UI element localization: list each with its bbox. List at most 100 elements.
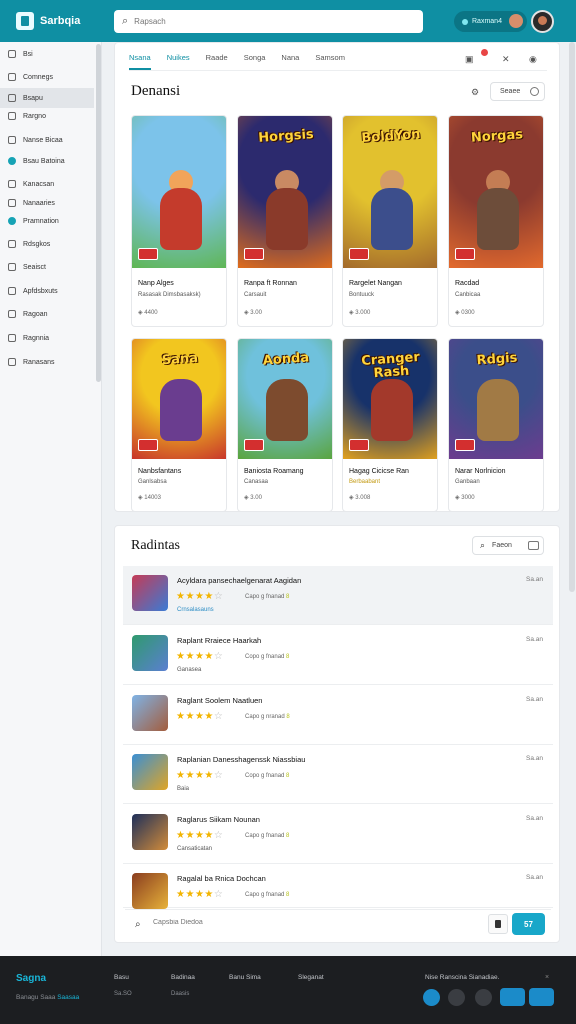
- sidebar-item-label: Bsau Batoina: [23, 157, 65, 165]
- tab[interactable]: Raade: [206, 51, 228, 70]
- sidebar-item[interactable]: Bsi: [0, 44, 94, 64]
- social-icon[interactable]: [423, 989, 440, 1006]
- sidebar-item[interactable]: Nanse Bicaa: [0, 130, 94, 150]
- sidebar-item[interactable]: Seaisct: [0, 257, 94, 277]
- sidebar-item-label: Pramnation: [23, 217, 59, 225]
- list-item[interactable]: Raglant Soolem Naatluen ★★★★☆ Capo g nrana…: [123, 686, 553, 745]
- game-cover-image: Sana: [132, 339, 226, 459]
- star-icon: ★: [194, 889, 205, 900]
- social-icon[interactable]: [448, 989, 465, 1006]
- sidebar-item[interactable]: Kanacsan: [0, 174, 94, 194]
- search-bar[interactable]: ⌕: [114, 10, 423, 33]
- list-item[interactable]: Acyldara pansechaelgenarat Aagidan ★★★★☆ C…: [123, 566, 553, 625]
- sidebar-item[interactable]: Apfdsbxuts: [0, 281, 94, 301]
- activity-icon[interactable]: ✕: [502, 54, 510, 65]
- sidebar-item[interactable]: Rdsgkos: [0, 234, 94, 254]
- attach-button[interactable]: [488, 914, 508, 934]
- footer-column[interactable]: Badinaa Daasis: [171, 974, 195, 997]
- sidebar-item-label: Ranasans: [23, 358, 55, 366]
- app-store-icon[interactable]: [500, 988, 525, 1006]
- game-cover-image: Horgsis: [238, 116, 332, 268]
- tab[interactable]: Nsana: [129, 51, 151, 70]
- sidebar-item[interactable]: Ragnnia: [0, 328, 94, 348]
- game-subtitle: Bontuuck: [349, 292, 375, 298]
- sidebar-item-active[interactable]: Bsapu: [0, 88, 94, 108]
- game-card[interactable]: Horgsis Ranpa ft Ronnan Carsauit ◈ 3.00: [237, 115, 333, 327]
- character-body: [371, 379, 413, 441]
- rating-text: Copo g fnanad 8: [245, 654, 289, 660]
- tab[interactable]: Nana: [281, 51, 299, 70]
- sidebar-item-label: Nanse Bicaa: [23, 136, 63, 144]
- star-icon: ★: [194, 770, 205, 781]
- search-icon: ⌕: [122, 15, 129, 27]
- star-icon: ★: [204, 651, 214, 662]
- character-body: [266, 379, 308, 441]
- sidebar-item[interactable]: Nanaaries: [0, 193, 94, 213]
- footer-column[interactable]: Basu Sa.SO: [114, 974, 132, 997]
- rating-badge-icon: [455, 439, 475, 451]
- game-card[interactable]: Norgas Racdad Canbicaa ◈ 0300: [448, 115, 544, 327]
- tab[interactable]: Songa: [244, 51, 266, 70]
- game-cover-image: Cranger Rash: [343, 339, 437, 459]
- account-switcher[interactable]: Raxman4: [454, 11, 527, 32]
- user-avatar[interactable]: [531, 10, 554, 33]
- filter-button[interactable]: ⌕ Faeon: [472, 536, 544, 555]
- game-subtitle: Canbicaa: [455, 292, 481, 298]
- game-card[interactable]: Sana Nanbsfantans Ganlsabsa ◈ 14003: [131, 338, 227, 512]
- list-item[interactable]: Raglarus Siikam Nounan ★★★★☆ Capo g fnanad…: [123, 805, 553, 864]
- sidebar-scrollbar[interactable]: [96, 44, 101, 382]
- page-scrollbar[interactable]: [569, 42, 575, 592]
- list-item[interactable]: Raplanian Danesshagenssk Niassbiau ★★★★☆ C…: [123, 745, 553, 804]
- composer: ⌕ 57: [125, 909, 551, 937]
- list-item[interactable]: Raplant Rraiece Haarkah ★★★★☆ Copo g fnana…: [123, 626, 553, 685]
- social-icon[interactable]: [475, 989, 492, 1006]
- close-icon[interactable]: ×: [545, 974, 549, 981]
- list-item[interactable]: Ragalal ba Rnica Dochcan ★★★★☆ Capo g fnan…: [123, 864, 553, 909]
- sidebar-item-label: Bsi: [23, 50, 33, 58]
- sidebar: Bsi Comnegs Bsapu Rargno Nanse Bicaa Bsa…: [0, 42, 102, 956]
- composer-input[interactable]: [153, 919, 453, 926]
- sidebar-item[interactable]: Rargno: [0, 106, 94, 126]
- tab[interactable]: Samsom: [315, 51, 345, 70]
- game-card[interactable]: Aonda Baniosta Roamang Canasaa ◈ 3.00: [237, 338, 333, 512]
- footer-brand[interactable]: Sagna: [16, 973, 46, 984]
- rating-badge-icon: [138, 439, 158, 451]
- game-logo: Aonda: [262, 350, 310, 369]
- star-icon: ★: [185, 770, 195, 781]
- sidebar-item[interactable]: Ranasans: [0, 352, 94, 372]
- rating-label: Copo g fnanad: [245, 654, 285, 660]
- game-card[interactable]: Nanp Alges Rasasak Dimsbasaksk) ◈ 4400: [131, 115, 227, 327]
- brand-name: Sarbqia: [40, 15, 81, 27]
- footer-column[interactable]: Sleganat: [298, 974, 324, 981]
- star-icon: ★: [194, 591, 205, 602]
- sort-button[interactable]: Seaee: [490, 82, 545, 101]
- brand[interactable]: Sarbqia: [16, 12, 114, 30]
- sidebar-item[interactable]: Pramnation: [0, 211, 94, 231]
- help-icon[interactable]: ◉: [529, 54, 537, 65]
- sidebar-item[interactable]: Ragoan: [0, 304, 94, 324]
- section-title: Denansi: [131, 83, 181, 99]
- star-rating: ★★★★☆: [176, 889, 223, 900]
- sort-icon: [530, 87, 539, 96]
- search-input[interactable]: [134, 17, 385, 26]
- game-card[interactable]: Rdgis Narar Norlnicion Ganbaan ◈ 3000: [448, 338, 544, 512]
- rating-value: 8: [286, 892, 290, 898]
- settings-icon[interactable]: ⚙: [471, 87, 479, 98]
- download-count: 3.00: [250, 310, 262, 316]
- rating-badge-icon: [244, 439, 264, 451]
- sidebar-item[interactable]: Bsau Batoina: [0, 151, 94, 171]
- copyright-link[interactable]: Saasaa: [57, 994, 79, 1001]
- send-button[interactable]: 57: [512, 913, 545, 935]
- star-icon: ★: [185, 711, 195, 722]
- rating-text: Capo g fnanad 8: [245, 594, 289, 600]
- tab[interactable]: Nuikes: [167, 51, 190, 70]
- notification-icon[interactable]: ▣: [465, 54, 474, 65]
- game-logo: Norgas: [470, 127, 524, 146]
- home-icon: [8, 73, 16, 81]
- play-store-icon[interactable]: [529, 988, 554, 1006]
- footer-column[interactable]: Banu Sima: [229, 974, 261, 981]
- game-card[interactable]: Cranger Rash Hagag Cicicse Ran Berbaabant ◈…: [342, 338, 438, 512]
- download-count: 3.000: [355, 310, 371, 316]
- sidebar-item[interactable]: Comnegs: [0, 67, 94, 87]
- game-card[interactable]: BoldYon Rargelet Nangan Bontuuck ◈ 3.000: [342, 115, 438, 327]
